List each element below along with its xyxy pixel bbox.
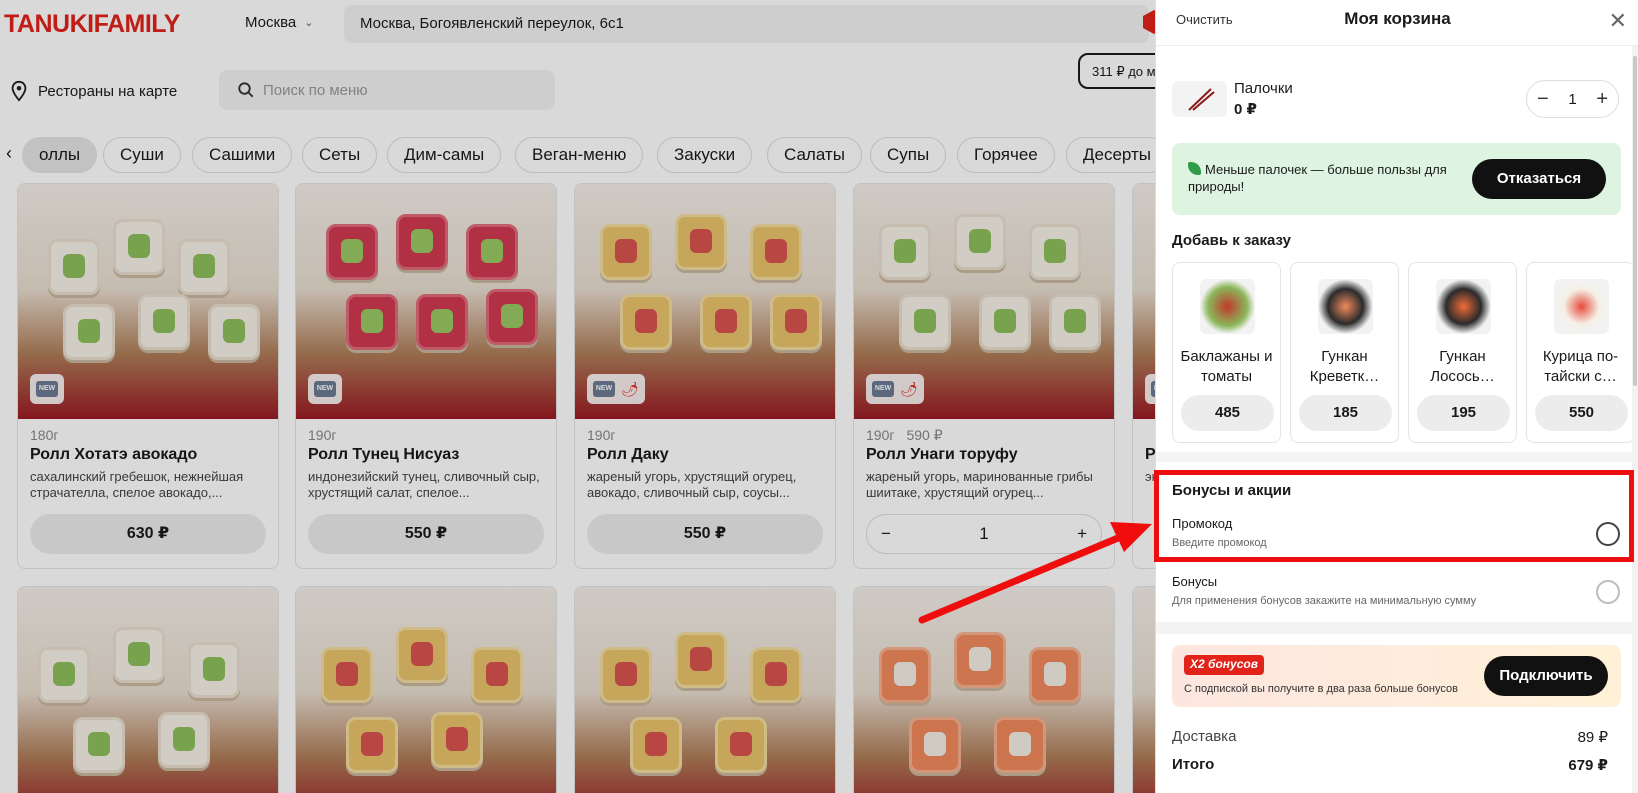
minus-icon[interactable]: − — [1537, 88, 1549, 111]
total-value: 679 ₽ — [1568, 757, 1608, 774]
close-icon[interactable]: ✕ — [1609, 8, 1627, 34]
total-label: Итого — [1172, 756, 1215, 773]
upsell-image — [1436, 279, 1491, 334]
upsell-add-button[interactable]: 550 — [1535, 395, 1628, 431]
upsell-add-button[interactable]: 185 — [1299, 395, 1392, 431]
add-to-order-title: Добавь к заказу — [1172, 232, 1291, 249]
upsell-name: Баклажаны и томаты — [1180, 348, 1273, 385]
upsell-name: Курица по-тайски с… — [1542, 348, 1619, 385]
upsell-card[interactable]: Курица по-тайски с… 550 — [1526, 262, 1635, 443]
upsell-card[interactable]: Баклажаны и томаты 485 — [1172, 262, 1281, 443]
leaf-icon — [1188, 162, 1201, 175]
upsell-card[interactable]: Гункан Креветк… 185 — [1290, 262, 1399, 443]
cart-title: Моя корзина — [1344, 9, 1451, 28]
section-divider — [1156, 452, 1633, 462]
eco-text: Меньше палочек — больше пользы для приро… — [1188, 162, 1447, 194]
eco-banner: Меньше палочек — больше пользы для приро… — [1172, 143, 1621, 215]
cart-panel: Очистить Моя корзина ✕ Палочки 0 ₽ − 1 +… — [1155, 0, 1638, 793]
quantity-stepper[interactable]: − 1 + — [1526, 80, 1619, 118]
bonus-hint: Для применения бонусов закажите на миним… — [1172, 595, 1477, 607]
scrollbar[interactable] — [1632, 46, 1638, 793]
decline-chopsticks-button[interactable]: Отказаться — [1472, 159, 1606, 199]
modal-overlay[interactable] — [0, 0, 1155, 793]
upsell-name: Гункан Лосось… — [1430, 348, 1495, 385]
upsell-image — [1200, 279, 1255, 334]
scrollbar-thumb[interactable] — [1633, 56, 1637, 386]
bonus-label[interactable]: Бонусы — [1172, 574, 1217, 589]
plus-icon[interactable]: + — [1596, 88, 1608, 111]
delivery-value: 89 ₽ — [1577, 729, 1608, 746]
upsell-name: Гункан Креветк… — [1309, 348, 1380, 385]
upsell-image — [1318, 279, 1373, 334]
quantity-value: 1 — [1568, 90, 1577, 108]
subscription-banner: X2 бонусов С подпиской вы получите в два… — [1172, 645, 1621, 707]
upsell-add-button[interactable]: 195 — [1417, 395, 1510, 431]
subscription-text: С подпиской вы получите в два раза больш… — [1184, 683, 1458, 695]
delivery-label: Доставка — [1172, 728, 1237, 745]
chopsticks-icon — [1172, 81, 1227, 117]
cart-header: Очистить Моя корзина ✕ — [1156, 0, 1638, 46]
cart-item: Палочки 0 ₽ − 1 + — [1172, 78, 1619, 122]
annotation-highlight-box — [1154, 470, 1634, 562]
cart-item-price: 0 ₽ — [1234, 101, 1257, 118]
upsell-image — [1554, 279, 1609, 334]
section-divider — [1156, 622, 1633, 634]
x2-badge: X2 бонусов — [1184, 655, 1264, 675]
bonus-radio[interactable] — [1596, 580, 1620, 604]
upsell-add-button[interactable]: 485 — [1181, 395, 1274, 431]
cart-item-name: Палочки — [1234, 80, 1293, 97]
subscribe-button[interactable]: Подключить — [1484, 656, 1608, 696]
upsell-card[interactable]: Гункан Лосось… 195 — [1408, 262, 1517, 443]
